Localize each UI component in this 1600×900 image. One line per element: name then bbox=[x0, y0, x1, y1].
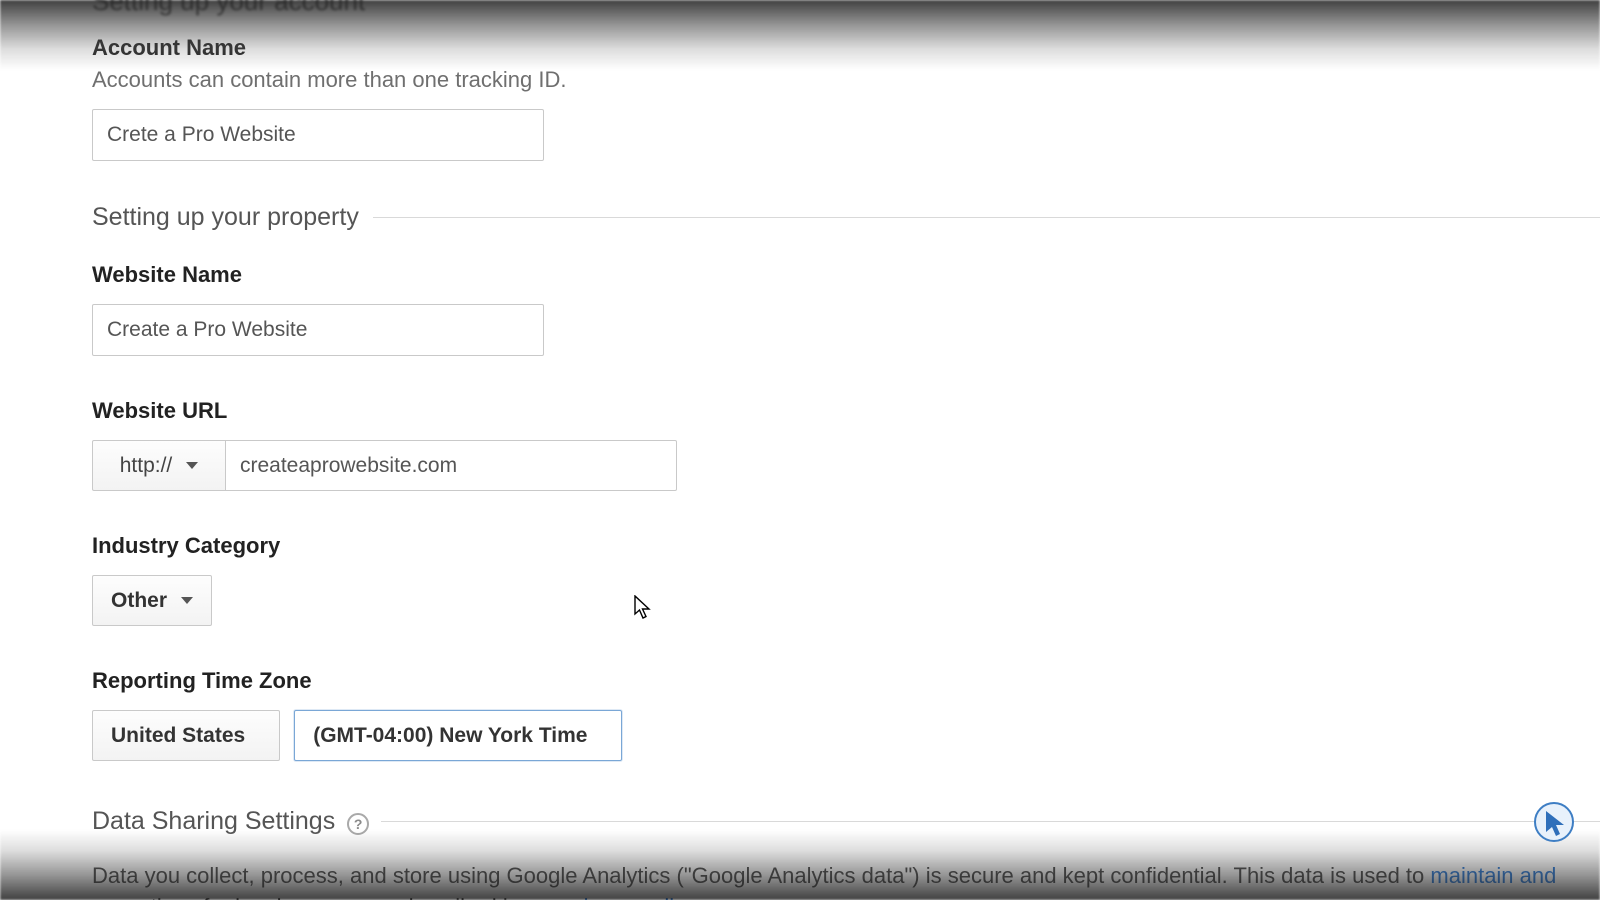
data-sharing-paragraph-1: Data you collect, process, and store usi… bbox=[92, 860, 1600, 900]
website-url-value: createaprowebsite.com bbox=[240, 454, 457, 478]
divider bbox=[381, 821, 1600, 822]
text: . bbox=[694, 894, 700, 900]
protocol-value: http:// bbox=[120, 454, 173, 478]
timezone-country-select[interactable]: United States bbox=[92, 710, 280, 761]
mouse-cursor-icon bbox=[634, 595, 652, 621]
divider bbox=[373, 217, 1600, 218]
section-property-title: Setting up your property bbox=[92, 203, 359, 232]
help-icon[interactable]: ? bbox=[347, 813, 369, 835]
account-name-help: Accounts can contain more than one track… bbox=[92, 67, 1600, 93]
industry-category-label: Industry Category bbox=[92, 533, 1600, 559]
website-url-label: Website URL bbox=[92, 398, 1600, 424]
website-name-value: Create a Pro Website bbox=[107, 318, 307, 342]
cursor-badge-icon bbox=[1534, 802, 1574, 842]
timezone-zone-select[interactable]: (GMT-04:00) New York Time bbox=[294, 710, 622, 761]
website-name-label: Website Name bbox=[92, 262, 1600, 288]
account-name-input[interactable]: Crete a Pro Website bbox=[92, 109, 544, 161]
industry-category-select[interactable]: Other bbox=[92, 575, 212, 626]
privacy-policy-link[interactable]: privacy policy bbox=[564, 894, 694, 900]
maintain-link[interactable]: maintain and bbox=[1430, 863, 1556, 888]
text: Data you collect, process, and store usi… bbox=[92, 863, 1430, 888]
timezone-country-value: United States bbox=[111, 724, 245, 748]
account-name-value: Crete a Pro Website bbox=[107, 123, 296, 147]
section-account-title: Setting up your account bbox=[92, 0, 1600, 17]
chevron-down-icon bbox=[181, 597, 193, 604]
section-data-sharing-title: Data Sharing Settings bbox=[92, 807, 335, 836]
reporting-time-zone-label: Reporting Time Zone bbox=[92, 668, 1600, 694]
website-name-input[interactable]: Create a Pro Website bbox=[92, 304, 544, 356]
protocol-select[interactable]: http:// bbox=[92, 440, 226, 491]
website-url-input[interactable]: createaprowebsite.com bbox=[226, 440, 677, 491]
chevron-down-icon bbox=[186, 462, 198, 469]
account-name-label: Account Name bbox=[92, 35, 1600, 61]
timezone-zone-value: (GMT-04:00) New York Time bbox=[313, 724, 587, 748]
text: exceptions for legal reasons as describe… bbox=[92, 894, 564, 900]
industry-category-value: Other bbox=[111, 589, 167, 613]
